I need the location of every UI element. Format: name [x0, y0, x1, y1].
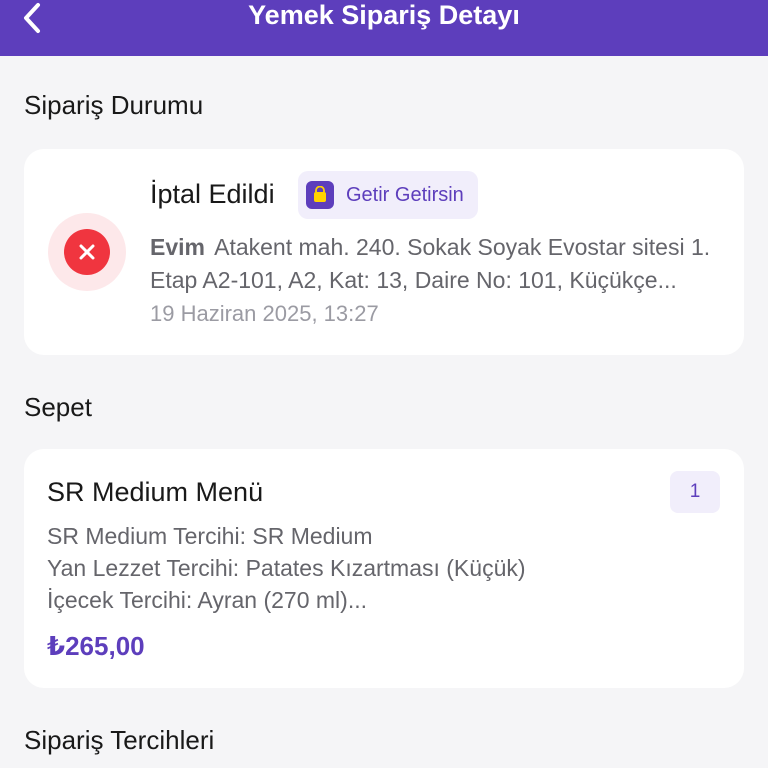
brand-name: Getir Getirsin	[346, 183, 464, 206]
quantity-badge: 1	[670, 471, 720, 513]
app-header: Yemek Sipariş Detayı	[0, 0, 768, 56]
page-title: Yemek Sipariş Detayı	[248, 0, 520, 30]
address-text: Atakent mah. 240. Sokak Soyak Evostar si…	[150, 234, 711, 293]
item-price: ₺265,00	[47, 631, 145, 661]
close-circle-icon	[64, 229, 110, 275]
order-status-heading: Sipariş Durumu	[24, 90, 204, 120]
order-status-text: İptal Edildi	[150, 179, 275, 209]
address-label: Evim	[150, 234, 205, 260]
item-option: İçecek Tercihi: Ayran (270 ml)...	[47, 587, 368, 613]
item-name: SR Medium Menü	[47, 477, 264, 507]
delivery-address: Evim Atakent mah. 240. Sokak Soyak Evost…	[150, 231, 730, 297]
cart-heading: Sepet	[24, 392, 92, 422]
status-icon-container	[48, 213, 126, 291]
item-option: Yan Lezzet Tercihi: Patates Kızartması (…	[47, 555, 526, 581]
order-preferences-heading: Sipariş Tercihleri	[24, 725, 215, 755]
brand-badge: Getir Getirsin	[298, 171, 478, 219]
item-option: SR Medium Tercihi: SR Medium	[47, 523, 373, 549]
cart-item-card[interactable]: SR Medium Menü 1 SR Medium Tercihi: SR M…	[24, 449, 744, 688]
order-status-card[interactable]: İptal Edildi Getir Getirsin Evim Atakent…	[24, 149, 744, 355]
shopping-bag-icon	[306, 181, 334, 209]
order-date: 19 Haziran 2025, 13:27	[150, 301, 379, 326]
